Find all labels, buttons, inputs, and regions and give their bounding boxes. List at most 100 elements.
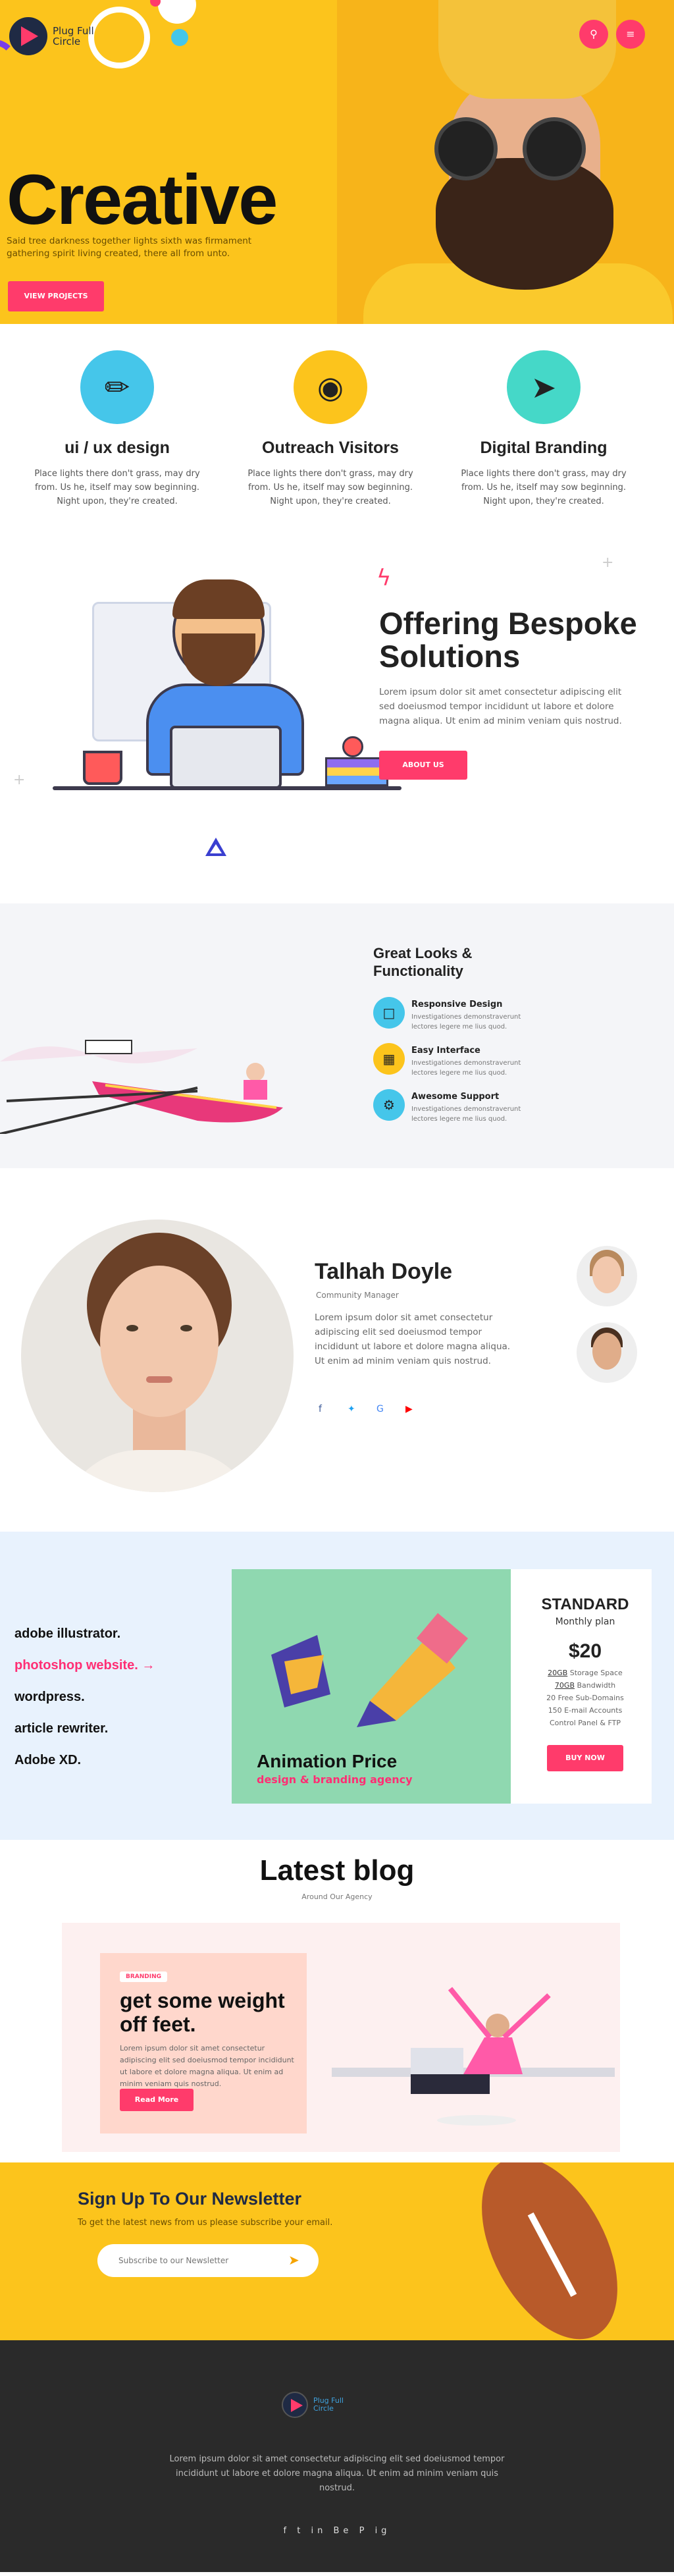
interface-icon: ▦ [373,1043,405,1075]
member-bio: Lorem ipsum dolor sit amet consectetur a… [315,1312,511,1366]
coffee-mug [83,751,122,785]
newsletter-text: To get the latest news from us please su… [78,2218,333,2228]
rowing-boat-illustration [0,1040,283,1134]
feature-title: Awesome Support [411,1092,500,1102]
service-list-item[interactable]: article rewriter. [14,1713,155,1744]
google-icon[interactable]: G [376,1404,384,1414]
blog-tag[interactable]: BRANDING [120,1972,168,1982]
team-thumb[interactable] [577,1246,637,1306]
about-us-button[interactable]: ABOUT US [379,751,467,780]
service-list-item[interactable]: adobe illustrator. [14,1618,155,1650]
eye [126,1325,138,1331]
blog-section: Latest blog Around Our Agency BRANDING g… [0,1840,674,2162]
hero-section: Plug Full Circle ⚲ ≡ Creative Said tree d… [0,0,674,324]
feature-text: Investigationes demonstraverunt lectores… [411,1060,521,1077]
buy-now-button[interactable]: BUY NOW [547,1745,623,1771]
service-list-item[interactable]: wordpress. [14,1681,155,1713]
service-title: ui / ux design [65,439,170,457]
twitter-icon[interactable]: ✦ [348,1404,355,1414]
logo-icon [9,17,47,55]
triangle-shape-inner [210,844,222,853]
newsletter-email-input[interactable] [97,2244,319,2277]
youtube-icon[interactable]: ▶ [405,1404,413,1414]
hero-title: Creative [7,159,278,239]
support-icon: ⚙ [373,1089,405,1121]
service-card: ◉ Outreach Visitors Place lights there d… [245,350,416,508]
blog-subheading: Around Our Agency [301,1892,373,1901]
blog-post-title[interactable]: get some weight off feet. [120,1989,304,2036]
menu-button[interactable]: ≡ [616,20,645,49]
sunglasses-lens [523,117,586,180]
plan-feature: Control Panel & FTP [550,1719,621,1727]
service-title: Outreach Visitors [262,439,399,457]
camera-icon: ◉ [294,350,367,424]
service-list-item[interactable]: Adobe XD. [14,1744,155,1776]
face [100,1266,219,1417]
plan-features: 20GB Storage Space 70GB Bandwidth 20 Fre… [519,1667,652,1729]
pricing-image: Animation Price design & branding agency [232,1569,511,1804]
services-section: ✏ ui / ux design Place lights there don'… [0,324,674,541]
feature-amount: 20GB [548,1669,568,1677]
service-text: Place lights there don't grass, may dry … [247,469,413,506]
team-thumb[interactable] [577,1322,637,1383]
features-section: Great Looks & Functionality □ Responsive… [0,903,674,1168]
send-icon[interactable]: ➤ [288,2252,299,2268]
menu-icon: ≡ [626,28,635,40]
feature-item: □ Responsive Design Investigationes demon… [373,997,544,1032]
features-title: Great Looks & Functionality [373,945,473,979]
service-card: ➤ Digital Branding Place lights there do… [458,350,629,508]
behance-icon[interactable]: Be [334,2526,353,2536]
decorative-dot [171,29,188,46]
search-icon: ⚲ [590,28,598,40]
blog-post-text: Lorem ipsum dolor sit amet consectetur a… [120,2044,294,2088]
read-more-button[interactable]: Read More [120,2089,194,2111]
plus-icon: + [13,772,26,788]
service-text: Place lights there don't grass, may dry … [34,469,200,506]
blog-post: BRANDING get some weight off feet. Lorem… [100,1953,307,2133]
pricing-section: adobe illustrator. photoshop website. → … [0,1532,674,1840]
spark-icon: ϟ [376,565,392,591]
linkedin-icon[interactable]: in [311,2526,327,2536]
office-illustration [332,1987,615,2126]
logo-text-line2: Circle [53,36,81,47]
site-logo[interactable]: Plug Full Circle [9,17,99,55]
facebook-icon[interactable]: f [319,1404,322,1414]
service-list-label: photoshop website. [14,1658,138,1673]
feature-title: Responsive Design [411,1000,503,1009]
service-list-item-active[interactable]: photoshop website. → [14,1650,155,1681]
plan-period: Monthly plan [555,1617,615,1627]
feature-item: ▦ Easy Interface Investigationes demonstr… [373,1043,544,1078]
twitter-icon[interactable]: t [297,2526,304,2536]
footer-text: Lorem ipsum dolor sit amet consectetur a… [169,2454,505,2493]
facebook-icon[interactable]: f [284,2526,291,2536]
blog-heading: Latest blog [259,1854,415,1887]
feature-text: Investigationes demonstraverunt lectores… [411,1013,521,1031]
member-name: Talhah Doyle [315,1259,453,1284]
service-list: adobe illustrator. photoshop website. → … [14,1618,155,1776]
search-button[interactable]: ⚲ [579,20,608,49]
mouth [146,1376,172,1383]
service-text: Place lights there don't grass, may dry … [461,469,627,506]
footer-logo[interactable]: Plug Full Circle [282,2392,353,2418]
newsletter-title: Sign Up To Our Newsletter [78,2189,302,2209]
apple [342,736,363,757]
pricing-image-subtitle: design & branding agency [257,1773,413,1786]
pencil-shavings-illustration [271,1613,469,1727]
feature-amount: 70GB [554,1681,575,1690]
paper-plane-icon: ➤ [507,350,581,424]
instagram-icon[interactable]: ig [375,2526,391,2536]
logo-icon [282,2392,308,2418]
view-projects-button[interactable]: VIEW PROJECTS [8,281,104,311]
logo-text-line2: Circle [313,2404,334,2413]
hero-subtitle: Said tree darkness together lights sixth… [7,236,252,259]
decorative-dot [158,0,196,24]
feature-label: Storage Space [567,1669,623,1677]
service-card: ✏ ui / ux design Place lights there don'… [32,350,203,508]
plus-icon: + [602,554,614,571]
team-member-photo [21,1220,294,1492]
feature-item: ⚙ Awesome Support Investigationes demonst… [373,1089,544,1124]
pinterest-icon[interactable]: P [359,2526,369,2536]
hero-image [337,0,674,324]
plan-feature: 20 Free Sub-Domains [546,1694,624,1702]
footer-section: Plug Full Circle Lorem ipsum dolor sit am… [0,2340,674,2572]
